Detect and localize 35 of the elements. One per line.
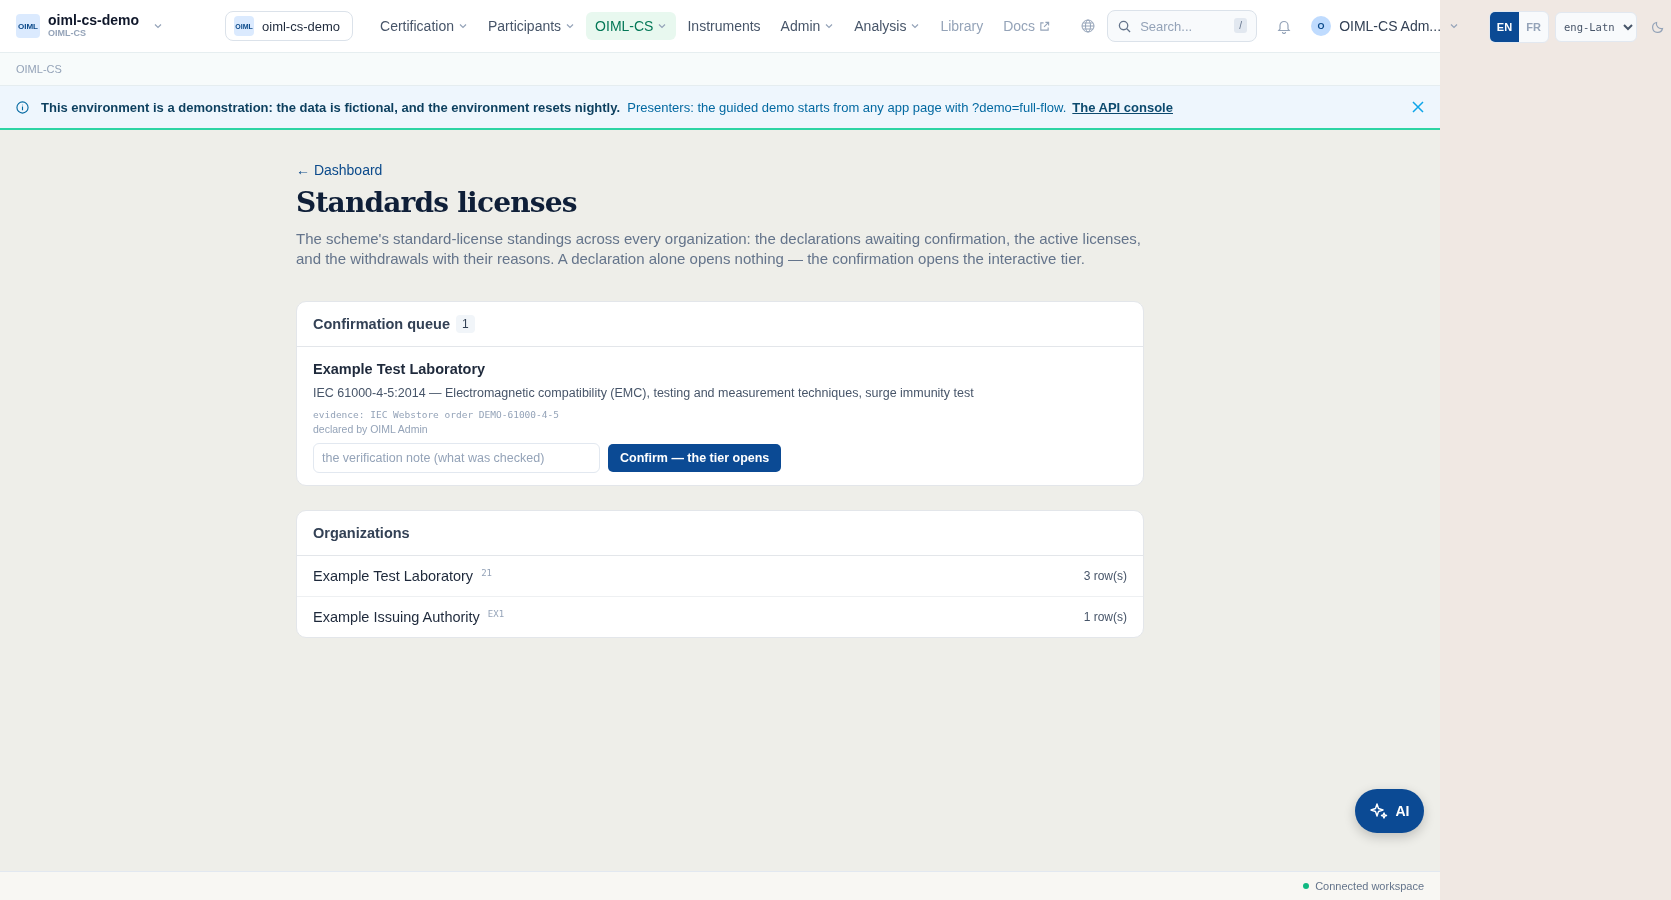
organization-name[interactable]: Example Issuing Authority	[313, 609, 480, 625]
organization-name: Example Test Laboratory	[313, 361, 487, 377]
row-count: 1 row(s)	[1083, 610, 1127, 624]
workspace-subtitle: OIML-CS	[48, 28, 87, 39]
ai-button[interactable]: AI	[1355, 789, 1424, 833]
nav-item[interactable]: Instruments	[678, 12, 770, 40]
card-title: Organizations	[313, 525, 410, 541]
organization-name[interactable]: Example Test Laboratory	[313, 568, 474, 584]
nav-item[interactable]: Analysis	[845, 12, 930, 40]
page-title: Standards licenses	[296, 186, 578, 219]
shortcut-key: /	[1234, 18, 1248, 33]
declared-by: declared by OIML Admin	[313, 423, 429, 435]
nav-item[interactable]: Certification	[371, 12, 477, 40]
organization-code: EX1	[487, 609, 505, 619]
nav-item[interactable]: OIML-CS	[586, 12, 677, 40]
page-description: The scheme's standard-license standings across every organization: the declarations awaiting confirmation, the active licenses, and the withdrawals with their reasons. A declaration alone opens nothing — the confirmation opens the interactive tier.	[296, 229, 1142, 269]
script-select[interactable]: eng-Latn	[1555, 11, 1637, 42]
verification-note-field[interactable]: the verification note (what was checked)	[313, 443, 600, 473]
organization-code: 21	[481, 568, 492, 578]
api-console-link[interactable]: The API console	[1072, 99, 1173, 115]
confirm-button[interactable]: Confirm — the tier opens	[608, 444, 782, 472]
nav-item[interactable]: Participants	[478, 12, 585, 40]
card-title: Confirmation queue	[313, 316, 450, 332]
workspace-name: oiml-cs-demo	[48, 13, 139, 29]
evidence-text: evidence: IEC Webstore order DEMO-61000-4-5	[313, 409, 560, 420]
back-link[interactable]: ← Dashboard	[296, 162, 383, 178]
demo-notice: This environment is a demonstration: the data is fictional, and the environment resets nightly. Presenters: the guided demo starts from any app page with ?demo=full-flow. The API console	[41, 99, 1173, 115]
workspace-logo: OIML	[16, 14, 40, 38]
nav-item[interactable]: Admin	[771, 12, 844, 40]
language-toggle[interactable]: EN	[1490, 11, 1519, 42]
status-text: Connected workspace	[1315, 880, 1424, 892]
standard-title: IEC 61000-4-5:2014 — Electromagnetic compatibility (EMC), testing and measurement techniques, surge immunity test	[313, 386, 975, 400]
row-count: 3 row(s)	[1083, 569, 1127, 583]
count-badge: 1	[455, 315, 475, 333]
breadcrumb: OIML-CS	[16, 63, 62, 75]
